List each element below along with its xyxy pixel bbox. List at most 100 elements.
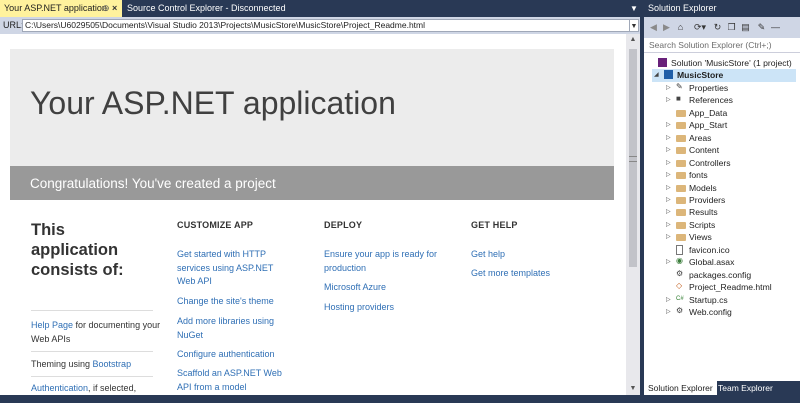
expand-arrow-icon[interactable]: ▷ [666, 132, 671, 144]
tree-item-label: Solution 'MusicStore' (1 project) [671, 58, 792, 68]
tab-overflow-dropdown-icon[interactable]: ▼ [629, 2, 639, 15]
tree-item-app-data[interactable]: App_Data [652, 107, 796, 119]
tree-item-packages-config[interactable]: ⚙ packages.config [652, 269, 796, 281]
expand-arrow-icon[interactable]: ▷ [666, 294, 671, 306]
home-icon[interactable]: ⌂ [675, 21, 686, 33]
bootstrap-link[interactable]: Bootstrap [93, 359, 132, 369]
tree-item-favicon-ico[interactable]: favicon.ico [652, 244, 796, 256]
solution-explorer-bottom-tabs: Solution Explorer Team Explorer [644, 381, 800, 395]
expand-arrow-icon[interactable]: ▷ [666, 219, 671, 231]
banner-text: Congratulations! You've created a projec… [30, 176, 276, 191]
properties-icon[interactable]: ✎ [756, 21, 767, 33]
tree-item-web-config[interactable]: ▷ ⚙ Web.config [652, 306, 796, 318]
tree-item-models[interactable]: ▷ Models [652, 182, 796, 194]
hero-section: Your ASP.NET application [10, 49, 614, 166]
vertical-scrollbar[interactable]: ▲ ▼ [626, 34, 640, 395]
get-help-link[interactable]: Get help [471, 248, 591, 262]
tree-item-musicstore[interactable]: ◢ MusicStore [652, 69, 796, 82]
url-dropdown-icon[interactable]: ▼ [630, 19, 639, 32]
get-more-templates-link[interactable]: Get more templates [471, 267, 591, 281]
solution-explorer-toolbar: ◀ ▶ ⌂ ⟳▾ ↻ ❐ ▤ ✎ — [644, 17, 800, 38]
tree-item-label: References [689, 95, 733, 106]
expand-arrow-icon[interactable]: ▷ [666, 82, 671, 94]
tree-item-label: fonts [689, 170, 708, 181]
tree-item-controllers[interactable]: ▷ Controllers [652, 157, 796, 169]
tab-source-control-explorer[interactable]: Source Control Explorer - Disconnected [123, 0, 303, 17]
help-page-link[interactable]: Help Page [31, 320, 73, 330]
solution-explorer-search-input[interactable]: Search Solution Explorer (Ctrl+;) [644, 38, 800, 53]
folder-icon [676, 172, 686, 180]
pin-icon[interactable]: ⊕ [102, 0, 110, 17]
folder-icon [676, 159, 686, 167]
refresh-icon[interactable]: ↻ [712, 21, 723, 33]
file-icon [676, 244, 683, 255]
tree-item-fonts[interactable]: ▷ fonts [652, 169, 796, 181]
tree-item-label: Views [689, 232, 712, 243]
tree-item-scripts[interactable]: ▷ Scripts [652, 219, 796, 231]
scaffold-link[interactable]: Scaffold an ASP.NET Web API from a model [177, 367, 292, 394]
authentication-link[interactable]: Authentication [31, 383, 88, 393]
expand-arrow-icon[interactable]: ▷ [666, 194, 671, 206]
tab-your-aspnet-application[interactable]: Your ASP.NET application ⊕ × [0, 0, 122, 17]
tree-item-areas[interactable]: ▷ Areas [652, 132, 796, 144]
expand-arrow-icon[interactable]: ▷ [666, 182, 671, 194]
url-input[interactable]: C:\Users\U6029505\Documents\Visual Studi… [22, 19, 630, 32]
expand-arrow-icon[interactable]: ▷ [666, 157, 671, 169]
expand-arrow-icon[interactable]: ▷ [666, 169, 671, 181]
back-icon[interactable]: ◀ [648, 21, 659, 33]
configure-auth-link[interactable]: Configure authentication [177, 348, 297, 362]
tree-item-properties[interactable]: ▷ ✎ Properties [652, 82, 796, 94]
tab-label: Source Control Explorer - Disconnected [127, 3, 286, 13]
column-heading: GET HELP [471, 220, 518, 230]
tree-item-project-readme-html[interactable]: ◇ Project_Readme.html [652, 281, 796, 293]
nuget-link[interactable]: Add more libraries using NuGet [177, 315, 292, 342]
tree-item-label: Content [689, 145, 720, 156]
close-icon[interactable]: × [112, 0, 117, 17]
tab-solution-explorer[interactable]: Solution Explorer [644, 381, 717, 395]
intro-column: This application consists of: [31, 220, 156, 280]
hosting-providers-link[interactable]: Hosting providers [324, 301, 452, 315]
intro-item-theming: Theming using Bootstrap [31, 357, 161, 371]
tab-team-explorer[interactable]: Team Explorer [714, 381, 777, 395]
tree-item-views[interactable]: ▷ Views [652, 231, 796, 243]
tree-item-content[interactable]: ▷ Content [652, 144, 796, 156]
expand-arrow-icon[interactable]: ▷ [666, 231, 671, 243]
hero-title: Your ASP.NET application [30, 85, 396, 121]
scroll-down-icon[interactable]: ▼ [626, 383, 640, 395]
url-label: URL: [3, 20, 24, 30]
production-ready-link[interactable]: Ensure your app is ready for production [324, 248, 452, 275]
status-bar [0, 395, 800, 403]
tree-item-results[interactable]: ▷ Results [652, 206, 796, 218]
tree-item-app-start[interactable]: ▷ App_Start [652, 119, 796, 131]
column-heading: CUSTOMIZE APP [177, 220, 254, 230]
expand-arrow-icon[interactable]: ▷ [666, 144, 671, 156]
tree-item-references[interactable]: ▷ ■ References [652, 94, 796, 106]
tree-item-label: App_Data [689, 107, 728, 118]
expand-arrow-icon[interactable]: ▷ [666, 119, 671, 131]
microsoft-azure-link[interactable]: Microsoft Azure [324, 281, 452, 295]
tree-item-providers[interactable]: ▷ Providers [652, 194, 796, 206]
sync-icon[interactable]: ⟳▾ [691, 21, 709, 33]
tree-item-solution-musicstore-1-project[interactable]: Solution 'MusicStore' (1 project) [648, 57, 796, 69]
folder-icon [676, 209, 686, 217]
collapse-arrow-icon[interactable]: ◢ [654, 69, 659, 81]
tree-item-label: Global.asax [689, 257, 735, 268]
tree-item-label: Models [689, 182, 717, 193]
tree-item-startup-cs[interactable]: ▷ C# Startup.cs [652, 294, 796, 306]
change-theme-link[interactable]: Change the site's theme [177, 295, 297, 309]
show-all-files-icon[interactable]: ▤ [740, 21, 751, 33]
web-api-link[interactable]: Get started with HTTP services using ASP… [177, 248, 287, 289]
tree-item-global-asax[interactable]: ▷ ◉ Global.asax [652, 256, 796, 268]
more-icon[interactable]: — [770, 21, 781, 33]
tree-item-label: packages.config [689, 269, 752, 280]
scroll-up-icon[interactable]: ▲ [626, 34, 640, 46]
forward-icon[interactable]: ▶ [661, 21, 672, 33]
expand-arrow-icon[interactable]: ▷ [666, 94, 671, 106]
globe-file-icon: ◉ [676, 256, 683, 266]
expand-arrow-icon[interactable]: ▷ [666, 306, 671, 318]
expand-arrow-icon[interactable]: ▷ [666, 256, 671, 268]
expand-arrow-icon[interactable]: ▷ [666, 206, 671, 218]
collapse-icon[interactable]: ❐ [726, 21, 737, 33]
browser-viewport: Your ASP.NET application Congratulations… [0, 34, 640, 395]
url-bar: URL: C:\Users\U6029505\Documents\Visual … [0, 17, 640, 34]
